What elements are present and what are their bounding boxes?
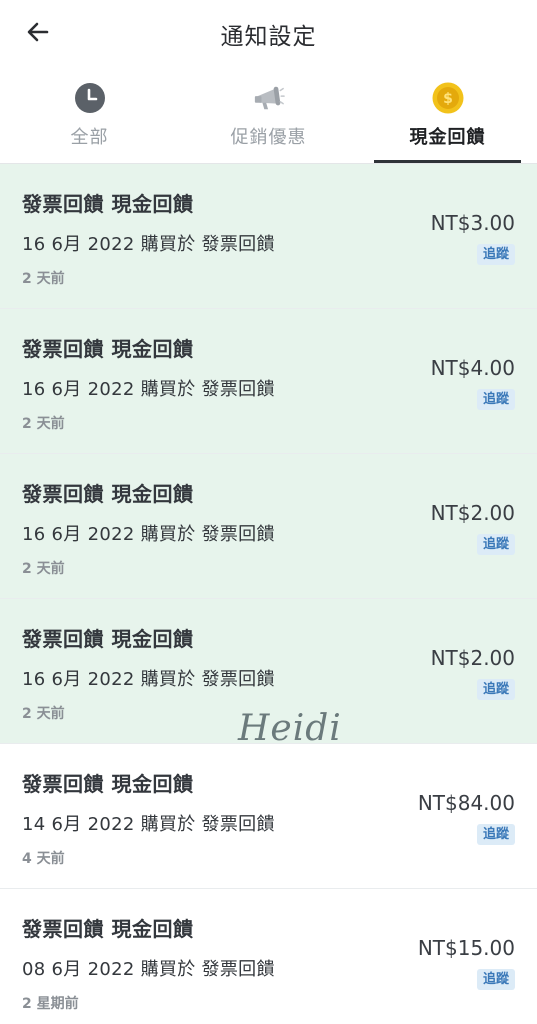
tab-label: 全部 (70, 127, 109, 148)
notification-time: 2 天前 (22, 416, 65, 432)
notification-title: 發票回饋 現金回饋 (22, 192, 194, 216)
cashback-amount: NT$84.00 (417, 791, 515, 815)
notification-title: 發票回饋 現金回饋 (22, 482, 194, 506)
notification-description: 16 6月 2022 購買於 發票回饋 (22, 379, 275, 400)
tab-label: 促銷優惠 (230, 127, 307, 148)
notification-time: 2 天前 (22, 271, 65, 287)
notification-item[interactable]: 發票回饋 現金回饋 16 6月 2022 購買於 發票回饋 2 天前 NT$3.… (0, 164, 537, 309)
active-tab-indicator (374, 160, 521, 163)
notification-description: 16 6月 2022 購買於 發票回饋 (22, 669, 275, 690)
notification-item[interactable]: 發票回饋 現金回饋 16 6月 2022 購買於 發票回饋 2 天前 NT$4.… (0, 309, 537, 454)
cashback-amount: NT$2.00 (430, 501, 515, 525)
tab-cashback[interactable]: $ 現金回饋 (358, 66, 537, 164)
cashback-amount: NT$4.00 (430, 356, 515, 380)
cashback-amount: NT$3.00 (430, 211, 515, 235)
track-badge[interactable]: 追蹤 (476, 679, 515, 700)
notification-title: 發票回饋 現金回饋 (22, 917, 194, 941)
track-badge[interactable]: 追蹤 (476, 389, 515, 410)
track-badge[interactable]: 追蹤 (476, 969, 515, 990)
dollar-coin-icon: $ (432, 82, 464, 114)
track-badge[interactable]: 追蹤 (476, 244, 515, 265)
notification-title: 發票回饋 現金回饋 (22, 772, 194, 796)
tab-label: 現金回饋 (409, 127, 486, 148)
notification-description: 08 6月 2022 購買於 發票回饋 (22, 959, 275, 980)
notification-description: 16 6月 2022 購買於 發票回饋 (22, 524, 275, 545)
notification-item[interactable]: 發票回饋 現金回饋 08 6月 2022 購買於 發票回饋 2 星期前 NT$1… (0, 889, 537, 1024)
cashback-amount: NT$15.00 (417, 936, 515, 960)
watermark-text: Heidi (238, 708, 342, 749)
tab-promotions[interactable]: 促銷優惠 (179, 66, 358, 164)
notification-time: 2 天前 (22, 561, 65, 577)
notification-time: 4 天前 (22, 851, 65, 867)
notification-time: 2 星期前 (22, 996, 79, 1012)
notification-description: 14 6月 2022 購買於 發票回饋 (22, 814, 275, 835)
clock-icon (74, 82, 106, 114)
svg-text:$: $ (443, 91, 453, 107)
notification-title: 發票回饋 現金回饋 (22, 627, 194, 651)
megaphone-icon (253, 82, 285, 114)
page-title: 通知設定 (220, 24, 317, 50)
notification-item[interactable]: 發票回饋 現金回饋 16 6月 2022 購買於 發票回饋 2 天前 NT$2.… (0, 454, 537, 599)
track-badge[interactable]: 追蹤 (476, 824, 515, 845)
tab-bar: 全部 促銷優惠 $ 現金回饋 (0, 66, 537, 164)
tab-all[interactable]: 全部 (0, 66, 179, 164)
notification-title: 發票回饋 現金回饋 (22, 337, 194, 361)
cashback-amount: NT$2.00 (430, 646, 515, 670)
app-header: 通知設定 (0, 0, 537, 66)
track-badge[interactable]: 追蹤 (476, 534, 515, 555)
notification-item[interactable]: 發票回饋 現金回饋 14 6月 2022 購買於 發票回饋 4 天前 NT$84… (0, 744, 537, 889)
notification-description: 16 6月 2022 購買於 發票回饋 (22, 234, 275, 255)
notification-list: 發票回饋 現金回饋 16 6月 2022 購買於 發票回饋 2 天前 NT$3.… (0, 164, 537, 1024)
notification-time: 2 天前 (22, 706, 65, 722)
